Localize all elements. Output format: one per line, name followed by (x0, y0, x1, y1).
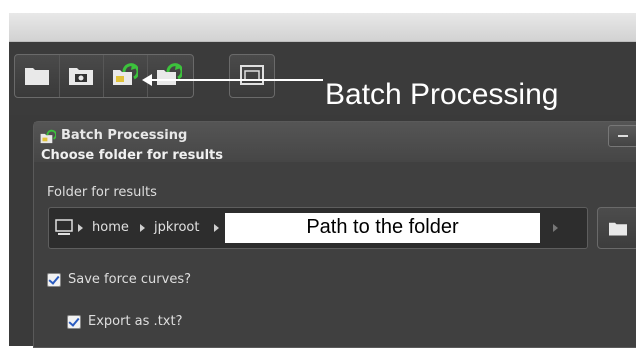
batch-processing-dialog: Batch Processing Choose folder for resul… (33, 121, 636, 348)
minimize-button[interactable] (608, 125, 636, 147)
breadcrumb-arrow-icon (553, 224, 558, 232)
camera-button[interactable] (59, 55, 104, 97)
dialog-header: Batch Processing Choose folder for resul… (34, 122, 636, 163)
dialog-subtitle: Choose folder for results (41, 148, 223, 163)
dialog-title: Batch Processing (61, 128, 188, 143)
path-highlight-text: Path to the folder (306, 216, 459, 238)
export-txt-label: Export as .txt? (88, 314, 183, 329)
window-icon (240, 65, 264, 85)
annotation-arrowhead (142, 74, 152, 86)
toolbar-window-group (229, 54, 275, 98)
save-force-curves-checkbox[interactable] (47, 273, 61, 287)
breadcrumb-arrow-icon (140, 224, 145, 232)
folder-icon (25, 68, 49, 85)
annotation-label: Batch Processing (325, 78, 559, 111)
breadcrumb-item-jpkroot[interactable]: jpkroot (154, 220, 199, 235)
computer-icon (55, 219, 73, 235)
window-button[interactable] (230, 55, 274, 97)
folder-icon (609, 222, 627, 236)
path-highlight-box: Path to the folder (225, 213, 540, 243)
breadcrumb-arrow-icon (78, 224, 83, 232)
camera-icon (69, 68, 93, 85)
path-breadcrumb[interactable]: home jpkroot Path to the folder (48, 207, 588, 249)
annotation-line (149, 79, 323, 81)
batch-refresh-icon (157, 63, 182, 85)
window-titlebar (9, 13, 636, 42)
toolbar-button-group (14, 54, 194, 98)
folder-label: Folder for results (47, 185, 157, 200)
export-txt-checkbox[interactable] (67, 315, 81, 329)
batch-processing-icon (113, 63, 138, 85)
save-force-curves-label: Save force curves? (68, 272, 192, 287)
browse-folder-button[interactable] (597, 207, 636, 249)
breadcrumb-item-home[interactable]: home (92, 220, 129, 235)
batch-processing-icon (40, 129, 56, 144)
breadcrumb-arrow-icon (214, 224, 219, 232)
minimize-icon (618, 135, 628, 137)
open-folder-button[interactable] (15, 55, 60, 97)
batch-refresh-button[interactable] (147, 55, 191, 97)
